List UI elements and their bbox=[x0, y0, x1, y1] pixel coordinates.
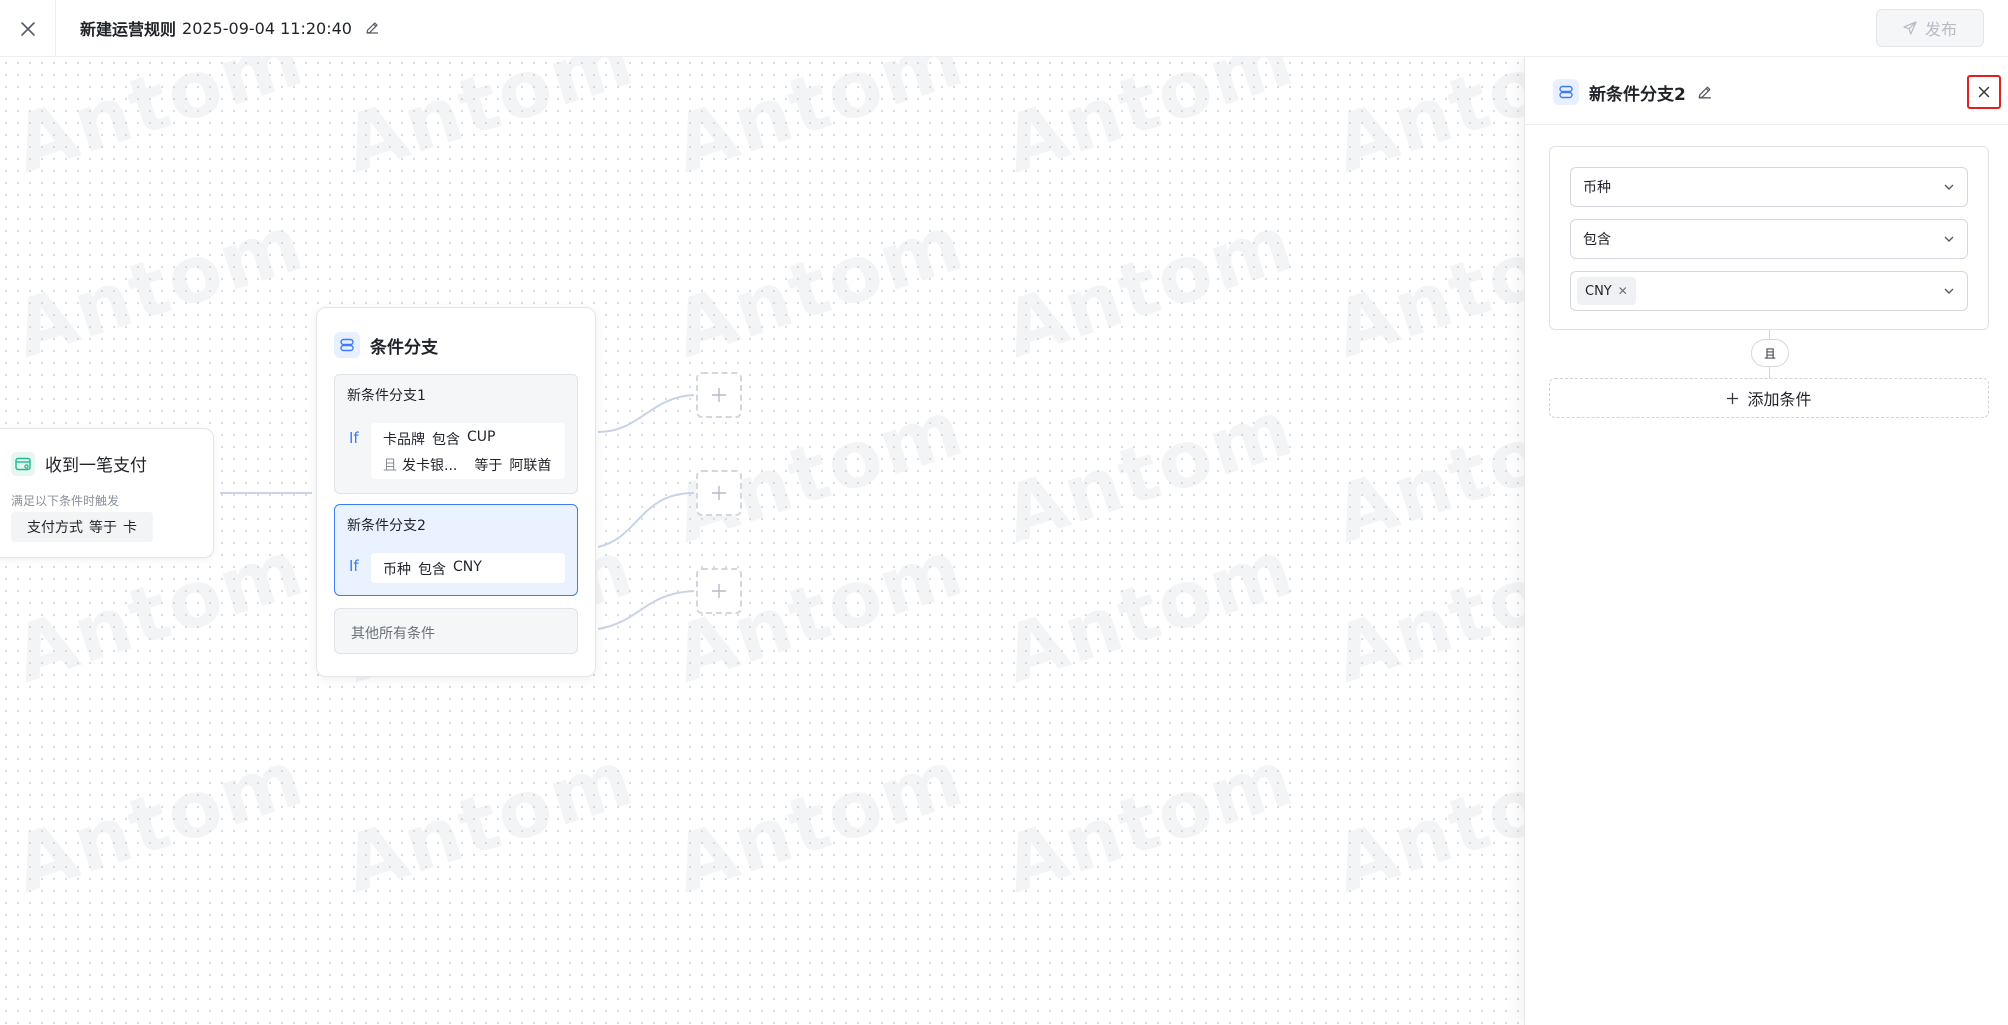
panel-header: 新条件分支2 bbox=[1525, 57, 2008, 125]
branch-card-2[interactable]: 新条件分支2 If 币种 包含 CNY bbox=[334, 504, 578, 596]
rule-name: 新建运营规则 bbox=[80, 20, 177, 39]
credit-card-icon bbox=[11, 451, 35, 476]
else-label: 其他所有条件 bbox=[351, 626, 435, 642]
close-icon bbox=[1978, 86, 1990, 98]
branch-card-else[interactable]: 其他所有条件 bbox=[334, 608, 578, 654]
and-toggle[interactable]: 且 bbox=[1751, 339, 1789, 367]
send-icon bbox=[1903, 21, 1917, 35]
condition-value: 卡 bbox=[123, 520, 137, 536]
panel-title-group: 新条件分支2 bbox=[1553, 79, 1713, 105]
condition-group: 币种 包含 CNY ✕ bbox=[1549, 146, 1989, 330]
chevron-down-icon bbox=[1944, 288, 1954, 294]
branch-stack-icon bbox=[334, 332, 360, 358]
value-select[interactable]: CNY ✕ bbox=[1570, 271, 1968, 311]
plus-icon bbox=[712, 486, 726, 500]
add-node-button[interactable] bbox=[696, 568, 742, 614]
condition-operator: 等于 bbox=[474, 458, 503, 474]
branch-title: 条件分支 bbox=[370, 337, 438, 358]
condition-line: 卡品牌 包含 CUP bbox=[383, 429, 495, 449]
remove-tag-icon[interactable]: ✕ bbox=[1618, 284, 1628, 298]
plus-icon bbox=[712, 584, 726, 598]
connector-line bbox=[1769, 330, 1770, 339]
condition-value: CNY bbox=[453, 559, 482, 575]
branch-header: 条件分支 bbox=[334, 332, 438, 358]
rule-timestamp: 2025-09-04 11:20:40 bbox=[182, 18, 352, 38]
field-select-value: 币种 bbox=[1583, 180, 1611, 196]
close-editor-button[interactable] bbox=[0, 0, 56, 57]
condition-value: 阿联酋 bbox=[509, 458, 552, 474]
if-label: If bbox=[349, 429, 359, 447]
add-node-button[interactable] bbox=[696, 372, 742, 418]
branch-name: 新条件分支1 bbox=[347, 388, 426, 404]
and-prefix: 且 bbox=[383, 458, 397, 474]
branch-card-1[interactable]: 新条件分支1 If 卡品牌 包含 CUP 且 发卡银... 等于 阿联酋 bbox=[334, 374, 578, 494]
trigger-condition: 支付方式 等于 卡 bbox=[11, 512, 153, 542]
trigger-node[interactable]: 收到一笔支付 满足以下条件时触发 支付方式 等于 卡 bbox=[0, 428, 214, 558]
plus-icon bbox=[712, 388, 726, 402]
condition-value: CUP bbox=[467, 429, 496, 445]
condition-operator: 包含 bbox=[418, 562, 446, 578]
else-connector bbox=[597, 590, 695, 630]
tag-label: CNY bbox=[1585, 283, 1612, 299]
flow-connectors bbox=[220, 394, 695, 630]
condition-field: 支付方式 bbox=[27, 520, 83, 536]
add-condition-label: 添加条件 bbox=[1747, 390, 1812, 409]
value-tag: CNY ✕ bbox=[1577, 277, 1636, 305]
close-panel-button[interactable] bbox=[1967, 75, 2001, 109]
branch-2-connector bbox=[597, 492, 695, 548]
trigger-subtitle: 满足以下条件时触发 bbox=[11, 494, 120, 508]
connector-line bbox=[1769, 367, 1770, 378]
flow-canvas[interactable]: Antom Antom Antom Antom Antom Antom Anto… bbox=[0, 57, 1524, 1025]
chevron-down-icon bbox=[1944, 184, 1954, 190]
pencil-icon[interactable] bbox=[1696, 84, 1713, 101]
publish-label: 发布 bbox=[1924, 20, 1957, 39]
condition-line: 且 发卡银... 等于 阿联酋 bbox=[383, 455, 551, 475]
operator-select[interactable]: 包含 bbox=[1570, 219, 1968, 259]
publish-button[interactable]: 发布 bbox=[1876, 9, 1984, 47]
condition-branch-node[interactable]: 条件分支 新条件分支1 If 卡品牌 包含 CUP 且 发卡银... 等于 阿联… bbox=[316, 307, 596, 677]
condition-field: 卡品牌 bbox=[383, 432, 425, 448]
condition-line: 币种 包含 CNY bbox=[383, 559, 482, 579]
branch-settings-panel: 新条件分支2 币种 包含 CNY ✕ 且 添加条件 bbox=[1524, 57, 2008, 1025]
add-condition-button[interactable]: 添加条件 bbox=[1549, 378, 1989, 418]
branch-stack-icon bbox=[1553, 79, 1579, 105]
condition-box: 币种 包含 CNY bbox=[371, 553, 565, 583]
panel-title: 新条件分支2 bbox=[1589, 84, 1686, 105]
condition-box: 卡品牌 包含 CUP 且 发卡银... 等于 阿联酋 bbox=[371, 423, 565, 479]
top-bar: 新建运营规则 2025-09-04 11:20:40 发布 bbox=[0, 0, 2008, 57]
plus-icon bbox=[1727, 392, 1739, 404]
trigger-title: 收到一笔支付 bbox=[45, 456, 147, 476]
condition-field: 币种 bbox=[383, 562, 411, 578]
branch-1-connector bbox=[597, 394, 695, 433]
trigger-header: 收到一笔支付 bbox=[11, 451, 147, 476]
field-select[interactable]: 币种 bbox=[1570, 167, 1968, 207]
close-icon bbox=[20, 21, 35, 36]
rule-title: 新建运营规则 2025-09-04 11:20:40 bbox=[80, 16, 380, 40]
chevron-down-icon bbox=[1944, 236, 1954, 242]
add-node-button[interactable] bbox=[696, 470, 742, 516]
condition-operator: 包含 bbox=[432, 432, 460, 448]
pencil-icon[interactable] bbox=[364, 20, 380, 36]
condition-field: 发卡银... bbox=[402, 458, 458, 474]
if-label: If bbox=[349, 557, 359, 575]
operator-select-value: 包含 bbox=[1583, 232, 1611, 248]
condition-operator: 等于 bbox=[89, 520, 117, 536]
branch-name: 新条件分支2 bbox=[347, 518, 426, 534]
